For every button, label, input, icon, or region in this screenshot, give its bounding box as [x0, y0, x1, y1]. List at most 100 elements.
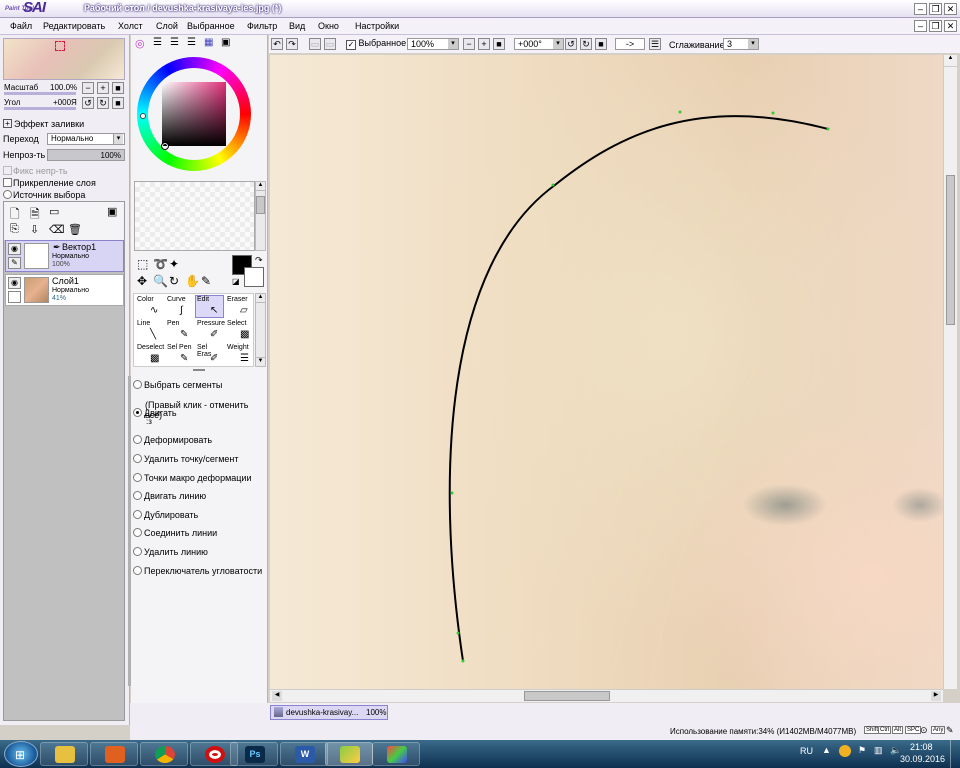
menu-layer[interactable]: Слой	[156, 21, 178, 31]
color-wheel-tab-icon[interactable]: ◎	[135, 37, 145, 50]
curve-control-point[interactable]	[461, 659, 465, 663]
taskbar-chrome[interactable]	[140, 742, 188, 766]
radio-button[interactable]	[133, 491, 142, 500]
scroll-right-icon[interactable]: ▶	[931, 691, 941, 701]
secondary-color[interactable]	[244, 267, 264, 287]
tool-curve[interactable]: Curve ∫	[165, 295, 194, 318]
hsv-slider-tab-icon[interactable]: ☰	[170, 37, 179, 48]
curve-control-point[interactable]	[826, 127, 830, 131]
fill-effect-label[interactable]: Эффект заливки	[14, 119, 84, 129]
flip-button[interactable]: ->	[615, 38, 645, 50]
edit-option[interactable]: Деформировать	[133, 435, 212, 445]
taskbar-paint[interactable]	[372, 742, 420, 766]
toolbar-rotate-reset-button[interactable]: ■	[595, 38, 607, 50]
menu-file[interactable]: Файл	[10, 21, 32, 31]
flag-icon[interactable]: ⚑	[858, 745, 866, 756]
taskbar-explorer[interactable]	[40, 742, 88, 766]
menu-settings[interactable]: Настройки	[355, 21, 399, 31]
toolbar-rotate-left-button[interactable]: ↺	[565, 38, 577, 50]
eyedropper-icon[interactable]: ✎	[201, 274, 211, 288]
tool-eraser[interactable]: Eraser ▱	[225, 295, 254, 318]
swatch-grid[interactable]	[134, 181, 255, 251]
zoom-icon[interactable]: 🔍	[153, 274, 168, 288]
delete-layer-icon[interactable]: 🗑	[68, 223, 82, 236]
eye-icon[interactable]: ◉	[8, 243, 21, 255]
tool-select[interactable]: Select ▩	[225, 319, 254, 342]
zoom-out-button[interactable]: −	[82, 82, 94, 94]
horizontal-scrollbar[interactable]: ◀ ▶	[270, 689, 943, 702]
lasso-icon[interactable]: ➰	[153, 257, 168, 271]
tool-pen[interactable]: Pen ✎	[165, 319, 194, 342]
pen-icon[interactable]: ✎	[8, 257, 21, 269]
doc-minimize-button[interactable]: –	[914, 20, 927, 32]
magic-wand-icon[interactable]: ✦	[169, 257, 179, 271]
fix-opacity-checkbox[interactable]: Фикс непр-ть	[3, 166, 68, 176]
taskbar-photoshop[interactable]: Ps	[230, 742, 278, 766]
smoothing-select[interactable]: 3 ▾	[723, 38, 759, 50]
rotate-reset-button[interactable]: ■	[112, 97, 124, 109]
language-indicator[interactable]: RU	[800, 746, 813, 756]
zoom-in-button[interactable]: +	[97, 82, 109, 94]
edit-option[interactable]: Дублировать	[133, 510, 198, 520]
curve-control-point[interactable]	[450, 491, 454, 495]
radio-button[interactable]	[133, 454, 142, 463]
document-tab[interactable]: devushka-krasivay... 100%	[270, 705, 388, 720]
zoom-slider[interactable]	[4, 92, 76, 95]
edit-option[interactable]: Точки макро деформации	[133, 473, 251, 483]
new-folder-icon[interactable]: ▭	[49, 205, 59, 218]
color-marker[interactable]	[161, 142, 169, 150]
curve-control-point[interactable]	[456, 631, 460, 635]
show-desktop-button[interactable]	[950, 740, 960, 768]
doc-restore-button[interactable]: ❐	[929, 20, 942, 32]
swap-colors-icon[interactable]: ↷	[255, 255, 263, 266]
tool-pressure[interactable]: Pressure ✐	[195, 319, 225, 342]
menu-selection[interactable]: Выбранное	[187, 21, 235, 31]
lock-toggle[interactable]	[8, 291, 21, 303]
swatch-scrollbar[interactable]: ▲	[255, 181, 266, 251]
tool-edit[interactable]: Edit ↖	[195, 295, 224, 318]
radio-button[interactable]	[133, 408, 142, 417]
network-icon[interactable]: ▥	[874, 745, 883, 756]
curve-control-point[interactable]	[771, 111, 775, 115]
menu-edit[interactable]: Редактировать	[43, 21, 105, 31]
selection-source-checkbox[interactable]: Источник выбора	[3, 190, 85, 200]
undo-button[interactable]: ↶	[271, 38, 283, 50]
edit-option[interactable]: Двигать линию	[133, 491, 206, 501]
taskbar-media-player[interactable]	[90, 742, 138, 766]
rect-select-icon[interactable]: ⬚	[137, 257, 148, 271]
rotate-right-button[interactable]: ↻	[97, 97, 109, 109]
doc-close-button[interactable]: ✕	[944, 20, 957, 32]
close-button[interactable]: ✕	[944, 3, 957, 15]
edit-option[interactable]: Удалить линию	[133, 547, 208, 557]
move-icon[interactable]: ✥	[137, 274, 147, 288]
radio-button[interactable]	[133, 473, 142, 482]
opacity-slider[interactable]: 100%	[47, 149, 125, 161]
merge-down-icon[interactable]: ⇩	[30, 223, 39, 236]
start-button[interactable]: ⊞	[4, 741, 38, 767]
zoom-reset-button[interactable]: ■	[112, 82, 124, 94]
curve-control-point[interactable]	[678, 110, 682, 114]
angle-slider[interactable]	[4, 107, 76, 110]
panel-splitter[interactable]	[193, 369, 205, 371]
menu-filter[interactable]: Фильтр	[247, 21, 277, 31]
hand-icon[interactable]: ✋	[185, 274, 200, 288]
toolbar-rotate-right-button[interactable]: ↻	[580, 38, 592, 50]
vector-curve[interactable]	[448, 115, 829, 662]
minimize-button[interactable]: –	[914, 3, 927, 15]
clear-layer-icon[interactable]: ⌫	[49, 223, 65, 236]
swatches-tab-icon[interactable]: ▦	[204, 37, 213, 48]
menu-view[interactable]: Вид	[289, 21, 305, 31]
restore-button[interactable]: ❐	[929, 3, 942, 15]
taskbar-word[interactable]: W	[280, 742, 328, 766]
saturation-value-square[interactable]	[162, 82, 226, 146]
panel-divider[interactable]	[128, 376, 131, 686]
clock-time[interactable]: 21:08	[910, 742, 933, 752]
layer-mask-icon[interactable]: ▣	[107, 205, 117, 218]
layer-row-vector1[interactable]: ◉ ✎ ✒ Вектор1 Нормально 100%	[5, 240, 124, 272]
color-wheel[interactable]	[133, 53, 255, 175]
vertical-scroll-thumb[interactable]	[946, 175, 955, 325]
curve-control-point[interactable]	[551, 183, 555, 187]
zoom-select[interactable]: 100% ▾	[407, 38, 459, 50]
edit-option[interactable]: Выбрать сегменты	[133, 380, 222, 390]
radio-button[interactable]	[133, 380, 142, 389]
